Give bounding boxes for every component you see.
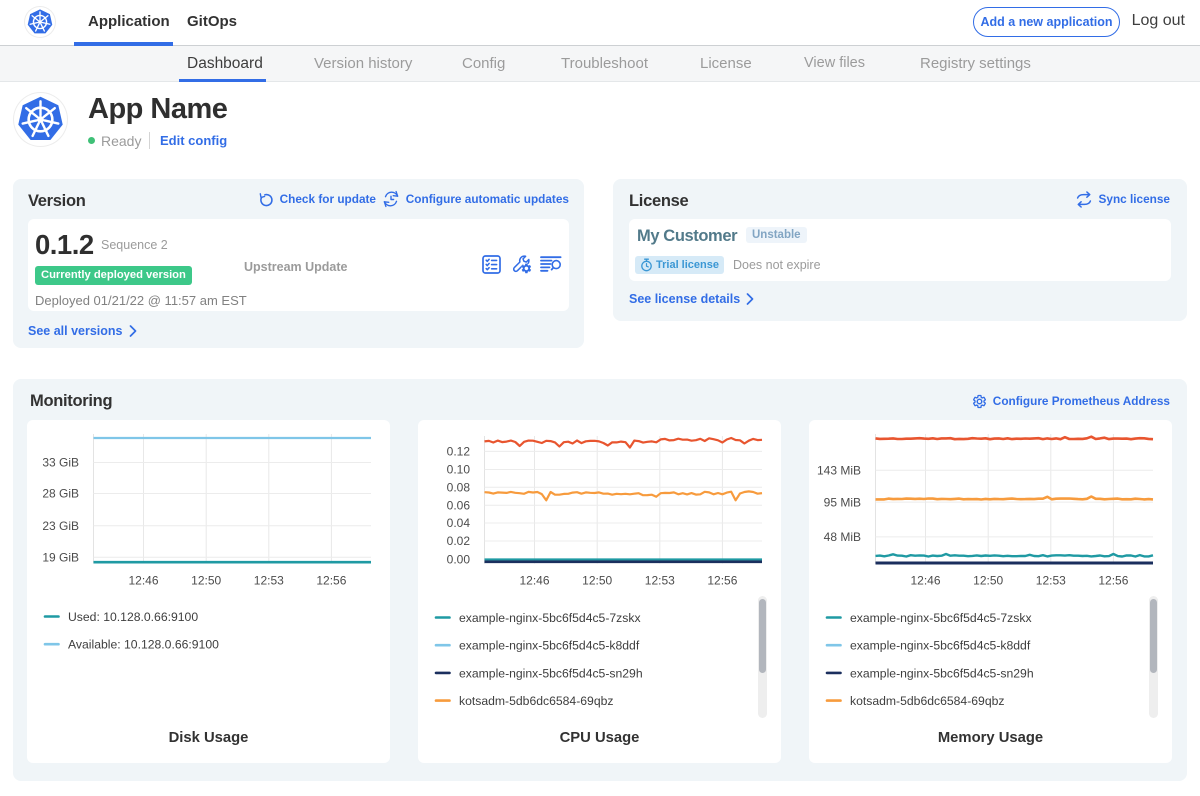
svg-text:12:50: 12:50 <box>191 573 221 587</box>
svg-text:143 MiB: 143 MiB <box>817 464 861 478</box>
svg-text:Available: 10.128.0.66:9100: Available: 10.128.0.66:9100 <box>68 638 219 652</box>
svg-text:example-nginx-5bc6f5d4c5-sn29h: example-nginx-5bc6f5d4c5-sn29h <box>850 666 1034 680</box>
svg-text:example-nginx-5bc6f5d4c5-sn29h: example-nginx-5bc6f5d4c5-sn29h <box>459 666 643 680</box>
svg-text:12:46: 12:46 <box>128 573 158 587</box>
svg-text:kotsadm-5db6dc6584-69qbz: kotsadm-5db6dc6584-69qbz <box>850 694 1004 708</box>
svg-text:Used: 10.128.0.66:9100: Used: 10.128.0.66:9100 <box>68 610 198 624</box>
svg-text:12:53: 12:53 <box>645 573 675 587</box>
svg-text:0.00: 0.00 <box>447 552 471 566</box>
svg-text:12:53: 12:53 <box>1036 573 1066 587</box>
svg-text:28 GiB: 28 GiB <box>42 487 79 501</box>
svg-text:12:46: 12:46 <box>910 573 940 587</box>
svg-text:0.04: 0.04 <box>447 516 471 530</box>
svg-text:kotsadm-5db6dc6584-69qbz: kotsadm-5db6dc6584-69qbz <box>459 694 613 708</box>
svg-text:19 GiB: 19 GiB <box>42 550 79 564</box>
svg-text:example-nginx-5bc6f5d4c5-7zskx: example-nginx-5bc6f5d4c5-7zskx <box>850 611 1032 625</box>
svg-text:0.06: 0.06 <box>447 498 471 512</box>
svg-text:12:53: 12:53 <box>254 573 284 587</box>
svg-text:12:50: 12:50 <box>973 573 1003 587</box>
svg-text:0.12: 0.12 <box>447 445 471 459</box>
svg-text:example-nginx-5bc6f5d4c5-k8ddf: example-nginx-5bc6f5d4c5-k8ddf <box>850 639 1031 653</box>
svg-text:0.02: 0.02 <box>447 534 471 548</box>
svg-text:23 GiB: 23 GiB <box>42 519 79 533</box>
svg-text:12:46: 12:46 <box>519 573 549 587</box>
svg-text:33 GiB: 33 GiB <box>42 456 79 470</box>
svg-text:example-nginx-5bc6f5d4c5-7zskx: example-nginx-5bc6f5d4c5-7zskx <box>459 611 641 625</box>
svg-text:example-nginx-5bc6f5d4c5-k8ddf: example-nginx-5bc6f5d4c5-k8ddf <box>459 639 640 653</box>
svg-text:12:56: 12:56 <box>707 573 737 587</box>
svg-text:48 MiB: 48 MiB <box>824 530 861 544</box>
svg-text:95 MiB: 95 MiB <box>824 495 861 509</box>
svg-text:12:56: 12:56 <box>1098 573 1128 587</box>
svg-text:0.10: 0.10 <box>447 463 471 477</box>
svg-text:12:56: 12:56 <box>316 573 346 587</box>
svg-text:0.08: 0.08 <box>447 480 471 494</box>
svg-text:12:50: 12:50 <box>582 573 612 587</box>
